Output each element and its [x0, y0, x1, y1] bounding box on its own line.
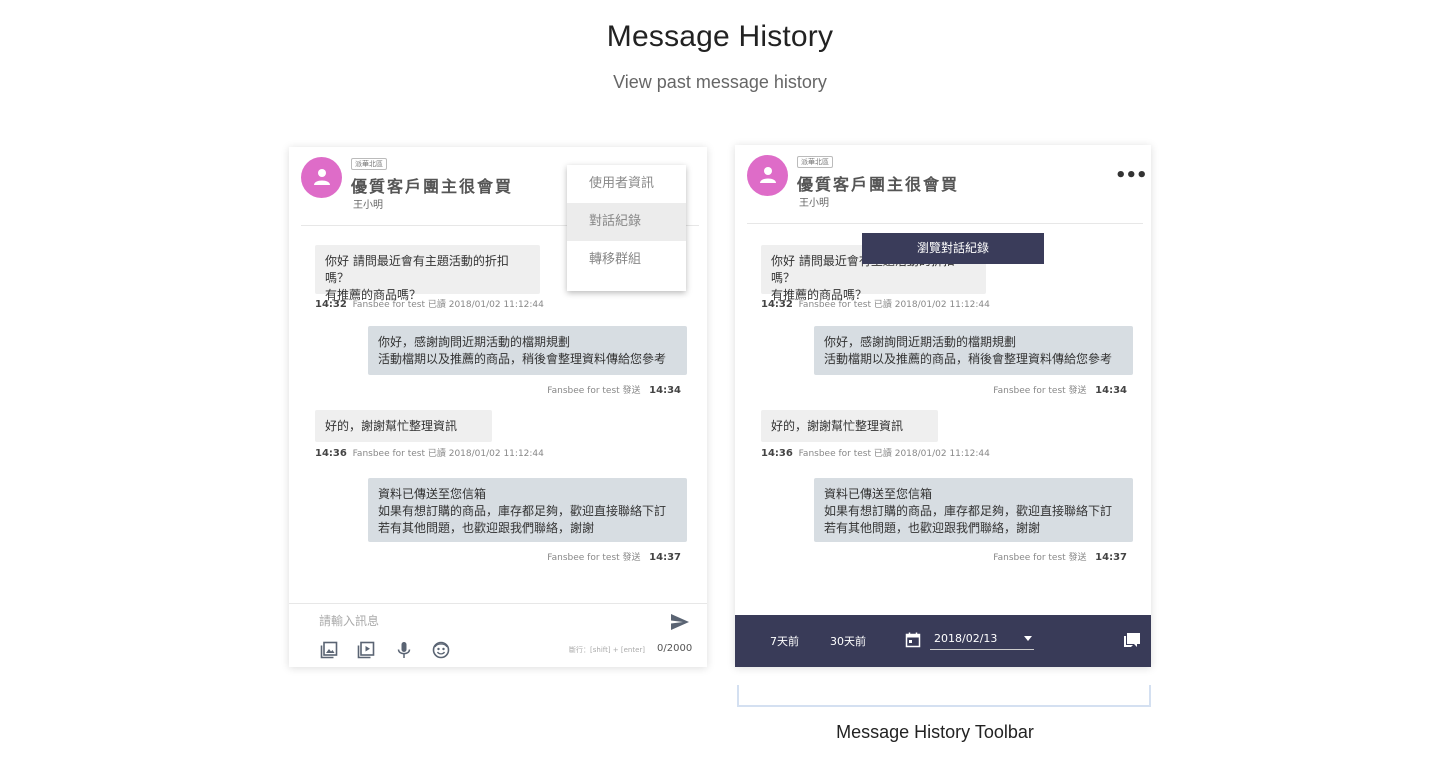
message-meta: Fansbee for test 發送 14:37 — [993, 550, 1127, 563]
message-outgoing: 資料已傳送至您信箱 如果有想訂購的商品，庫存都足夠，歡迎直接聯絡下訂 若有其他問… — [368, 478, 687, 542]
menu-item-transfer-group[interactable]: 轉移群組 — [567, 241, 686, 279]
region-tag: 派華北區 — [797, 156, 833, 168]
video-icon[interactable] — [357, 641, 375, 663]
date-select[interactable]: 2018/02/13 — [930, 627, 1034, 650]
message-time: 14:37 — [1095, 552, 1127, 563]
history-tooltip: 瀏覽對話紀錄 — [862, 233, 1044, 264]
message-incoming: 好的，謝謝幫忙整理資訊 — [761, 410, 938, 442]
region-tag: 派華北區 — [351, 158, 387, 170]
message-meta: Fansbee for test 發送 14:34 — [547, 383, 681, 396]
toolbar-caption: Message History Toolbar — [836, 722, 1034, 742]
message-sent-info: Fansbee for test 發送 — [547, 553, 641, 563]
message-sent-info: Fansbee for test 發送 — [547, 386, 641, 396]
message-outgoing: 你好，感謝詢問近期活動的檔期規劃 活動檔期以及推薦的商品，稍後會整理資料傳給您參… — [368, 326, 687, 375]
toolbar-bracket — [737, 685, 1151, 707]
message-sent-info: Fansbee for test 發送 — [993, 386, 1087, 396]
menu-item-user-info[interactable]: 使用者資訊 — [567, 165, 686, 203]
group-name: 優質客戶團主很會買 — [797, 175, 960, 194]
thirty-days-button[interactable]: 30天前 — [830, 633, 866, 649]
user-name: 王小明 — [353, 200, 383, 211]
message-time: 14:37 — [649, 552, 681, 563]
emoji-icon[interactable] — [432, 641, 450, 663]
group-name: 優質客戶團主很會買 — [351, 177, 514, 196]
message-read-info: Fansbee for test 已讀 2018/01/02 11:12:44 — [798, 300, 990, 310]
message-meta: 14:36 Fansbee for test 已讀 2018/01/02 11:… — [761, 446, 990, 459]
send-icon[interactable] — [670, 613, 690, 635]
page-subtitle: View past message history — [613, 72, 827, 92]
message-time: 14:34 — [649, 385, 681, 396]
menu-item-chat-history[interactable]: 對話紀錄 — [567, 203, 686, 241]
message-read-info: Fansbee for test 已讀 2018/01/02 11:12:44 — [352, 449, 544, 459]
message-incoming: 你好 請問最近會有主題活動的折扣嗎？ 有推薦的商品嗎？ — [315, 245, 540, 302]
seven-days-button[interactable]: 7天前 — [770, 633, 799, 649]
message-meta: Fansbee for test 發送 14:34 — [993, 383, 1127, 396]
user-name: 王小明 — [799, 198, 829, 209]
more-options-icon[interactable]: ••• — [1115, 165, 1148, 186]
message-outgoing: 你好，感謝詢問近期活動的檔期規劃 活動檔期以及推薦的商品，稍後會整理資料傳給您參… — [814, 326, 1133, 375]
message-time: 14:32 — [761, 299, 793, 310]
options-menu: 使用者資訊 對話紀錄 轉移群組 — [567, 165, 686, 291]
avatar[interactable] — [747, 155, 788, 196]
chat-history-icon[interactable] — [1123, 632, 1141, 654]
message-meta: Fansbee for test 發送 14:37 — [547, 550, 681, 563]
message-time: 14:36 — [761, 448, 793, 459]
message-read-info: Fansbee for test 已讀 2018/01/02 11:12:44 — [352, 300, 544, 310]
message-meta: 14:36 Fansbee for test 已讀 2018/01/02 11:… — [315, 446, 544, 459]
mic-icon[interactable] — [395, 641, 413, 663]
message-time: 14:32 — [315, 299, 347, 310]
message-meta: 14:32 Fansbee for test 已讀 2018/01/02 11:… — [761, 297, 990, 310]
message-sent-info: Fansbee for test 發送 — [993, 553, 1087, 563]
message-time: 14:36 — [315, 448, 347, 459]
message-meta: 14:32 Fansbee for test 已讀 2018/01/02 11:… — [315, 297, 544, 310]
line-break-hint: 斷行：[shift] + [enter] — [569, 646, 646, 654]
user-icon — [760, 167, 776, 183]
chat-panel-history-demo: 派華北區 優質客戶團主很會買 王小明 ••• 你好 請問最近會有主題活動的折扣嗎… — [735, 145, 1151, 667]
message-incoming: 好的，謝謝幫忙整理資訊 — [315, 410, 492, 442]
divider — [747, 223, 1143, 224]
char-count: 0/2000 — [657, 643, 693, 654]
chevron-down-icon — [1024, 636, 1032, 641]
message-read-info: Fansbee for test 已讀 2018/01/02 11:12:44 — [798, 449, 990, 459]
divider — [289, 603, 707, 604]
avatar[interactable] — [301, 157, 342, 198]
user-icon — [314, 169, 330, 185]
message-time: 14:34 — [1095, 385, 1127, 396]
calendar-icon[interactable] — [905, 632, 921, 652]
page-title: Message History — [606, 20, 834, 53]
date-value: 2018/02/13 — [934, 632, 998, 645]
image-icon[interactable] — [320, 641, 338, 663]
message-outgoing: 資料已傳送至您信箱 如果有想訂購的商品，庫存都足夠，歡迎直接聯絡下訂 若有其他問… — [814, 478, 1133, 542]
chat-panel-menu-demo: 派華北區 優質客戶團主很會買 王小明 你好 請問最近會有主題活動的折扣嗎？ 有推… — [289, 147, 707, 667]
history-toolbar: 7天前 30天前 2018/02/13 — [735, 615, 1151, 667]
message-input[interactable]: 請輸入訊息 — [319, 612, 379, 629]
